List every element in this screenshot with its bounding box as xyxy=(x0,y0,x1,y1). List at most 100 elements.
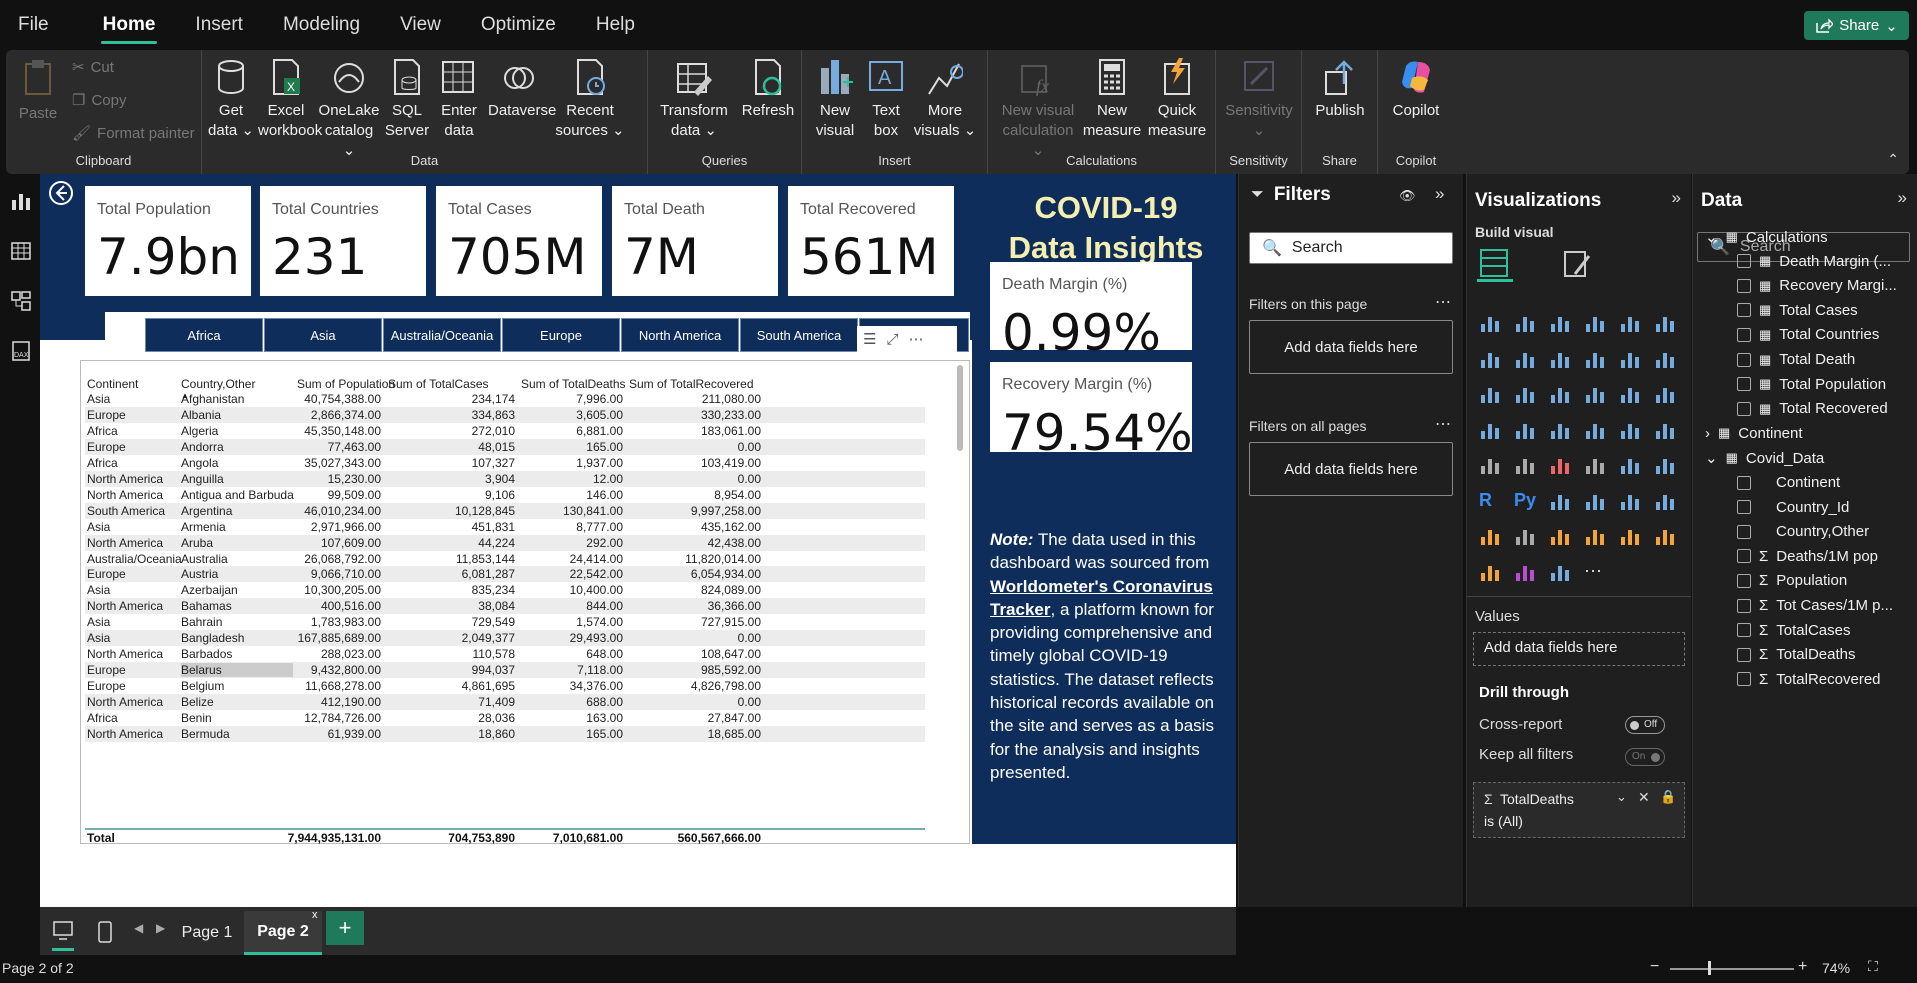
field-item[interactable]: Σ TotalRecovered xyxy=(1737,671,1881,688)
ribbon-icon[interactable] xyxy=(1479,383,1501,405)
menu-file[interactable]: File xyxy=(0,0,69,50)
field-item[interactable]: ▦ Total Death xyxy=(1737,351,1855,368)
back-arrow-icon[interactable] xyxy=(48,180,74,206)
line-icon[interactable] xyxy=(1479,348,1501,370)
table-icon[interactable] xyxy=(1619,454,1641,476)
custom-1-icon[interactable] xyxy=(1654,525,1676,547)
chevron-down-icon[interactable]: ⌄ xyxy=(1616,789,1627,805)
field-checkbox[interactable] xyxy=(1737,254,1751,269)
mobile-layout-icon[interactable] xyxy=(98,921,112,943)
sensitivity-button[interactable]: Sensitivity ⌄ xyxy=(1222,58,1296,141)
pie-icon[interactable] xyxy=(1619,383,1641,405)
enter-data-button[interactable]: Enter data xyxy=(434,58,484,141)
table-row[interactable]: Europe Austria 9,066,710.00 6,081,287 22,542… xyxy=(85,566,925,583)
table-calculations[interactable]: ⌄ ▦ Calculations xyxy=(1705,228,1828,247)
kpi-total-countries[interactable]: Total Countries 231 xyxy=(260,186,426,296)
cross-report-toggle[interactable]: Off xyxy=(1625,716,1665,734)
slicer-europe[interactable]: Europe xyxy=(502,318,620,352)
table-row[interactable]: Europe Belgium 11,668,278.00 4,861,695 34,37… xyxy=(85,678,925,694)
qa-icon[interactable] xyxy=(1619,490,1641,512)
filters-all-dropzone[interactable]: Add data fields here xyxy=(1249,442,1453,496)
table-row[interactable]: Europe Albania 2,866,374.00 334,863 3,605.00… xyxy=(85,406,925,423)
more-visuals-button[interactable]: More visuals ⌄ xyxy=(912,58,978,141)
prev-page-icon[interactable]: ◀ xyxy=(134,921,143,935)
matrix-icon[interactable] xyxy=(1654,454,1676,476)
field-item[interactable]: Continent xyxy=(1737,474,1840,491)
paste-button[interactable]: Paste xyxy=(18,58,58,124)
kpi-total-population[interactable]: Total Population 7.9bn xyxy=(85,186,251,296)
desktop-layout-icon[interactable] xyxy=(52,911,74,951)
100-bar-icon[interactable] xyxy=(1619,312,1641,334)
kpi-total-recovered[interactable]: Total Recovered 561M xyxy=(788,186,954,296)
100-area-icon[interactable] xyxy=(1584,348,1606,370)
excel-workbook-button[interactable]: X Excel workbook xyxy=(258,58,322,141)
field-item[interactable]: Σ TotalCases xyxy=(1737,622,1850,639)
field-item[interactable]: Country,Other xyxy=(1737,523,1869,540)
copy-button[interactable]: ❐ Copy xyxy=(72,91,126,110)
fit-to-page-icon[interactable]: ⛶ xyxy=(1868,958,1878,975)
format-visual-tab[interactable] xyxy=(1561,248,1593,285)
col-header-total-deaths[interactable]: Sum of TotalDeaths xyxy=(521,377,626,391)
table-row[interactable]: North America Aruba 107,609.00 44,224 292.00… xyxy=(85,534,925,551)
field-checkbox[interactable] xyxy=(1737,278,1751,293)
map-icon[interactable] xyxy=(1514,419,1536,441)
share-button[interactable]: Share ⌄ xyxy=(1804,11,1909,40)
field-checkbox[interactable] xyxy=(1737,377,1751,392)
text-box-button[interactable]: A Text box xyxy=(864,58,908,141)
table-row[interactable]: Asia Armenia 2,971,966.00 451,831 8,777.00 43… xyxy=(85,519,925,535)
field-checkbox[interactable] xyxy=(1737,500,1751,515)
shape-map-icon[interactable] xyxy=(1584,419,1606,441)
power-apps-icon[interactable] xyxy=(1549,525,1571,547)
field-checkbox[interactable] xyxy=(1737,672,1751,687)
collapse-ribbon-icon[interactable]: ⌃ xyxy=(1887,151,1899,168)
stacked-area-icon[interactable] xyxy=(1549,348,1571,370)
slicer-north-america[interactable]: North America xyxy=(621,318,739,352)
table-row[interactable]: North America Bermuda 61,939.00 18,860 165.0… xyxy=(85,725,925,742)
model-view-icon[interactable] xyxy=(10,290,32,312)
dataverse-button[interactable]: Dataverse xyxy=(488,58,556,121)
lock-icon[interactable]: 🔒 xyxy=(1660,789,1676,805)
filter-icon[interactable]: ☰ xyxy=(863,330,876,348)
table-row[interactable]: South America Argentina 46,010,234.00 10,12… xyxy=(85,502,925,519)
area-icon[interactable] xyxy=(1514,348,1536,370)
field-item[interactable]: Σ Tot Cases/1M p... xyxy=(1737,597,1893,614)
table-row[interactable]: Asia Bangladesh 167,885,689.00 2,049,377 29,… xyxy=(85,630,925,647)
field-checkbox[interactable] xyxy=(1737,327,1751,342)
next-page-icon[interactable]: ▶ xyxy=(156,921,165,935)
recovery-margin-card[interactable]: Recovery Margin (%) 79.54% xyxy=(990,362,1193,462)
zoom-out-icon[interactable]: − xyxy=(1650,958,1659,976)
col-header-total-recovered[interactable]: Sum of TotalRecovered xyxy=(629,377,754,391)
field-checkbox[interactable] xyxy=(1737,524,1751,539)
menu-tab-optimize[interactable]: Optimize xyxy=(461,0,576,50)
goals-icon[interactable] xyxy=(1479,525,1501,547)
field-checkbox[interactable] xyxy=(1737,573,1751,588)
new-visual-calculation-button[interactable]: fx New visual calculation ⌄ xyxy=(998,58,1078,161)
zoom-in-icon[interactable]: + xyxy=(1798,958,1807,976)
refresh-button[interactable]: Refresh xyxy=(738,58,798,121)
multi-row-card-icon[interactable] xyxy=(1514,454,1536,476)
dax-query-view-icon[interactable]: DAX xyxy=(10,340,32,362)
transform-data-button[interactable]: Transform data ⌄ xyxy=(654,58,734,141)
table-row[interactable]: Asia Bahrain 1,783,983.00 729,549 1,574.00 72… xyxy=(85,614,925,630)
field-checkbox[interactable] xyxy=(1737,598,1751,613)
collapse-data-icon[interactable]: » xyxy=(1898,188,1907,208)
table-covid-data[interactable]: ⌄ ▦ Covid_Data xyxy=(1705,449,1824,468)
recent-sources-button[interactable]: Recent sources ⌄ xyxy=(554,58,626,141)
clustered-column-icon[interactable] xyxy=(1584,312,1606,334)
table-row[interactable]: North America Anguilla 15,230.00 3,904 12.00… xyxy=(85,470,925,487)
filters-search-input[interactable]: 🔍 Search xyxy=(1249,232,1453,264)
copilot-button[interactable]: Copilot xyxy=(1384,58,1448,121)
field-item[interactable]: ▦ Total Cases xyxy=(1737,302,1858,319)
clear-filter-icon[interactable]: ✕ xyxy=(1638,789,1650,806)
menu-tab-help[interactable]: Help xyxy=(576,0,655,50)
filled-map-icon[interactable] xyxy=(1549,419,1571,441)
page-tab-1[interactable]: Page 1 xyxy=(172,911,242,955)
field-checkbox[interactable] xyxy=(1737,352,1751,367)
field-item[interactable]: ▦ Total Countries xyxy=(1737,326,1879,343)
table-row[interactable]: Europe Andorra 77,463.00 48,015 165.00 0.00 xyxy=(85,438,925,455)
narrative-icon[interactable] xyxy=(1654,490,1676,512)
drill-filter-card[interactable]: Σ TotalDeaths ⌄ ✕ 🔒 is (All) xyxy=(1473,782,1685,838)
scatter-icon[interactable] xyxy=(1584,383,1606,405)
page-tab-2[interactable]: Page 2 xyxy=(244,911,322,955)
report-view-icon[interactable] xyxy=(10,190,32,212)
